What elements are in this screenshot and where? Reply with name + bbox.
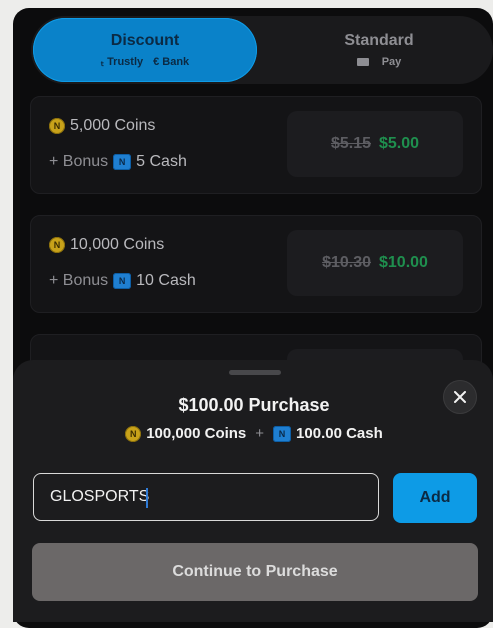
sheet-handle[interactable] xyxy=(229,370,281,375)
package-bonus: + Bonus N 5 Cash xyxy=(49,153,187,170)
payment-toggle: Discount ₜ Trustly € Bank Standard Pay xyxy=(31,16,493,84)
purchase-title: $100.00 Purchase xyxy=(178,395,330,415)
trustly-icon: ₜ xyxy=(100,56,105,69)
standard-label: Standard xyxy=(344,32,414,49)
cash-icon: N xyxy=(113,154,132,170)
new-price: $10.00 xyxy=(379,254,428,271)
coin-icon: N xyxy=(49,237,65,253)
price-button[interactable]: $10.30 $10.00 xyxy=(287,230,463,296)
package-card[interactable]: N 10,000 Coins + Bonus N 10 Cash $10.30 … xyxy=(30,215,482,313)
continue-button[interactable]: Continue to Purchase xyxy=(32,543,478,601)
package-coins: N 5,000 Coins xyxy=(49,117,155,135)
text-caret xyxy=(146,488,148,508)
purchase-sheet: $100.00 Purchase N 100,000 Coins + N 100… xyxy=(13,360,493,622)
old-price: $5.15 xyxy=(330,135,371,152)
new-price: $5.00 xyxy=(379,135,420,152)
bank-method: € Bank xyxy=(153,56,190,68)
cash-icon: N xyxy=(273,425,292,442)
price-button[interactable]: $5.15 $5.00 xyxy=(287,111,463,177)
discount-label: Discount xyxy=(110,31,180,49)
old-price: $10.30 xyxy=(322,254,371,271)
standard-option[interactable]: Standard Pay xyxy=(267,18,491,82)
promo-code-input[interactable] xyxy=(33,473,379,521)
cash-icon: N xyxy=(113,273,132,289)
package-coins: N 10,000 Coins xyxy=(49,236,164,254)
discount-option[interactable]: Discount ₜ Trustly € Bank xyxy=(33,18,257,82)
coin-icon: N xyxy=(49,118,65,134)
plus-sign: + xyxy=(255,425,265,442)
discount-methods: ₜ Trustly € Bank xyxy=(101,56,189,69)
trustly-method: ₜ Trustly xyxy=(100,56,144,69)
package-card[interactable]: N 5,000 Coins + Bonus N 5 Cash $5.15 $5.… xyxy=(30,96,482,194)
add-button[interactable]: Add xyxy=(393,473,477,523)
card-icon xyxy=(356,58,369,66)
purchase-summary: N 100,000 Coins + N 100.00 Cash xyxy=(13,425,493,442)
bank-icon: € xyxy=(153,56,160,68)
package-bonus: + Bonus N 10 Cash xyxy=(49,272,196,289)
coin-icon: N xyxy=(125,425,142,442)
apple-pay-method: Pay xyxy=(381,56,402,68)
standard-methods: Pay xyxy=(356,56,402,68)
